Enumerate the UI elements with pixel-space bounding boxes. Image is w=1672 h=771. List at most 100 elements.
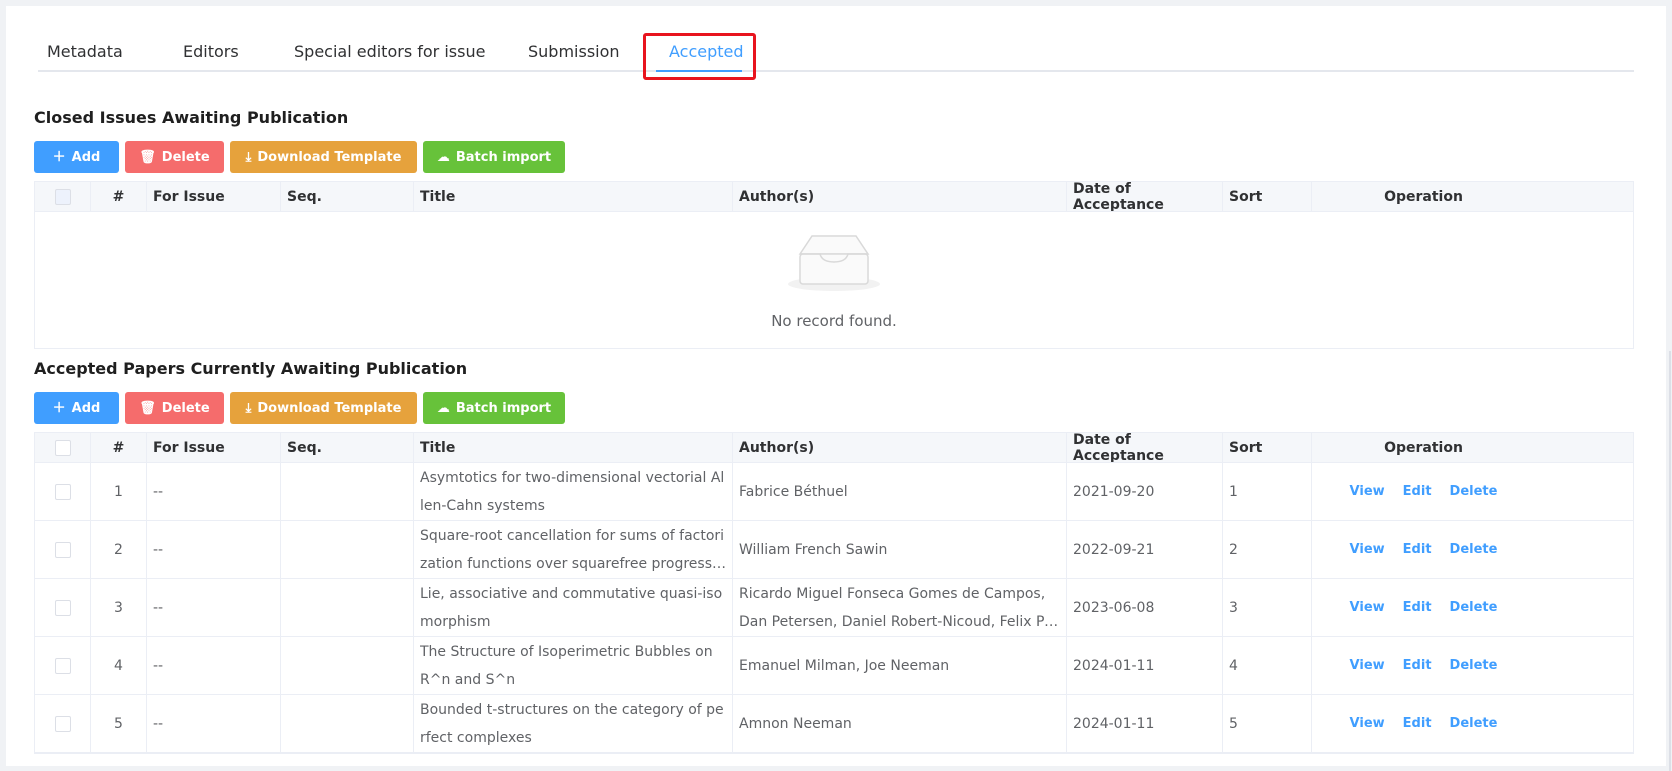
- delete-link[interactable]: Delete: [1450, 542, 1498, 557]
- row-number: 2: [91, 521, 147, 578]
- trash-icon: 🗑: [139, 400, 156, 416]
- select-all-cell: [35, 433, 91, 462]
- tab-metadata[interactable]: Metadata: [47, 42, 123, 61]
- view-link[interactable]: View: [1350, 600, 1385, 615]
- view-link[interactable]: View: [1350, 484, 1385, 499]
- cloud-upload-icon: ☁: [436, 149, 450, 165]
- row-date: 2024-01-11: [1067, 637, 1223, 694]
- tab-submission[interactable]: Submission: [528, 42, 620, 61]
- empty-message: No record found.: [771, 312, 897, 330]
- row-checkbox[interactable]: [54, 657, 71, 674]
- row-select-cell: [35, 463, 91, 520]
- add-button[interactable]: ＋ Add: [34, 392, 119, 424]
- closed-issues-table: # For Issue Seq. Title Author(s) Date of…: [34, 181, 1634, 349]
- row-authors: Emanuel Milman, Joe Neeman: [733, 637, 1067, 694]
- row-checkbox[interactable]: [54, 483, 71, 500]
- empty-box-icon: [788, 235, 880, 291]
- table-header: # For Issue Seq. Title Author(s) Date of…: [35, 433, 1633, 463]
- row-sort: 1: [1223, 463, 1312, 520]
- edit-link[interactable]: Edit: [1403, 716, 1432, 731]
- plus-icon: ＋: [52, 400, 66, 416]
- delete-link[interactable]: Delete: [1450, 658, 1498, 673]
- row-authors: Ricardo Miguel Fonseca Gomes de Campos, …: [733, 579, 1067, 636]
- download-template-button[interactable]: ⤓ Download Template: [230, 141, 417, 173]
- download-icon: ⤓: [245, 149, 252, 165]
- col-operation: Operation: [1384, 439, 1463, 456]
- add-button[interactable]: ＋ Add: [34, 141, 119, 173]
- delete-link[interactable]: Delete: [1450, 484, 1498, 499]
- col-sort: Sort: [1223, 182, 1312, 211]
- tab-editors[interactable]: Editors: [183, 42, 239, 61]
- row-number: 1: [91, 463, 147, 520]
- row-date: 2023-06-08: [1067, 579, 1223, 636]
- row-for-issue: --: [147, 521, 281, 578]
- add-button-label: Add: [71, 149, 101, 165]
- tab-bar: Metadata Editors Special editors for iss…: [38, 6, 1634, 72]
- tab-special-editors[interactable]: Special editors for issue: [294, 42, 485, 61]
- row-select-cell: [35, 637, 91, 694]
- download-icon: ⤓: [245, 400, 252, 416]
- table-row: 2 -- Square-root cancellation for sums o…: [35, 521, 1633, 579]
- view-link[interactable]: View: [1350, 542, 1385, 557]
- delete-button[interactable]: 🗑 Delete: [125, 392, 224, 424]
- row-for-issue: --: [147, 637, 281, 694]
- edit-link[interactable]: Edit: [1403, 542, 1432, 557]
- row-date: 2024-01-11: [1067, 695, 1223, 752]
- edit-link[interactable]: Edit: [1403, 658, 1432, 673]
- row-checkbox[interactable]: [54, 715, 71, 732]
- view-link[interactable]: View: [1350, 716, 1385, 731]
- table-header: # For Issue Seq. Title Author(s) Date of…: [35, 182, 1633, 212]
- delete-button-label: Delete: [161, 400, 210, 416]
- row-number: 5: [91, 695, 147, 752]
- row-sort: 3: [1223, 579, 1312, 636]
- row-operations: View Edit Delete: [1312, 521, 1535, 578]
- table-row: 5 -- Bounded t-structures on the categor…: [35, 695, 1633, 753]
- row-operations: View Edit Delete: [1312, 637, 1535, 694]
- row-number: 4: [91, 637, 147, 694]
- col-authors: Author(s): [733, 182, 1067, 211]
- cloud-upload-icon: ☁: [436, 400, 450, 416]
- download-template-label: Download Template: [257, 400, 402, 416]
- edit-link[interactable]: Edit: [1403, 484, 1432, 499]
- download-template-button[interactable]: ⤓ Download Template: [230, 392, 417, 424]
- empty-state: No record found.: [35, 212, 1633, 348]
- batch-import-button[interactable]: ☁ Batch import: [423, 392, 565, 424]
- select-all-checkbox[interactable]: [54, 439, 71, 456]
- delete-link[interactable]: Delete: [1450, 716, 1498, 731]
- col-title: Title: [414, 182, 733, 211]
- scrollbar[interactable]: [1669, 351, 1671, 771]
- row-checkbox[interactable]: [54, 599, 71, 616]
- row-seq: [281, 695, 414, 752]
- select-all-cell: [35, 182, 91, 211]
- batch-import-label: Batch import: [455, 400, 552, 416]
- col-date-acceptance: Date of Acceptance: [1067, 182, 1223, 211]
- col-number: #: [91, 182, 147, 211]
- add-button-label: Add: [71, 400, 101, 416]
- closed-issues-title: Closed Issues Awaiting Publication: [34, 108, 349, 127]
- col-sort: Sort: [1223, 433, 1312, 462]
- delete-link[interactable]: Delete: [1450, 600, 1498, 615]
- row-checkbox[interactable]: [54, 541, 71, 558]
- main-panel: Metadata Editors Special editors for iss…: [6, 6, 1671, 771]
- col-for-issue: For Issue: [147, 433, 281, 462]
- col-date-acceptance: Date of Acceptance: [1067, 433, 1223, 462]
- view-link[interactable]: View: [1350, 658, 1385, 673]
- row-sort: 5: [1223, 695, 1312, 752]
- delete-button[interactable]: 🗑 Delete: [125, 141, 224, 173]
- row-authors: Amnon Neeman: [733, 695, 1067, 752]
- row-sort: 4: [1223, 637, 1312, 694]
- trash-icon: 🗑: [139, 149, 156, 165]
- batch-import-button[interactable]: ☁ Batch import: [423, 141, 565, 173]
- accepted-papers-table: # For Issue Seq. Title Author(s) Date of…: [34, 432, 1634, 754]
- col-title: Title: [414, 433, 733, 462]
- edit-link[interactable]: Edit: [1403, 600, 1432, 615]
- row-seq: [281, 637, 414, 694]
- row-title: The Structure of Isoperimetric Bubbles o…: [414, 637, 733, 694]
- plus-icon: ＋: [52, 149, 66, 165]
- select-all-checkbox[interactable]: [54, 188, 71, 205]
- table-row: 3 -- Lie, associative and commutative qu…: [35, 579, 1633, 637]
- col-seq: Seq.: [281, 182, 414, 211]
- row-seq: [281, 579, 414, 636]
- row-select-cell: [35, 521, 91, 578]
- row-title: Bounded t-structures on the category of …: [414, 695, 733, 752]
